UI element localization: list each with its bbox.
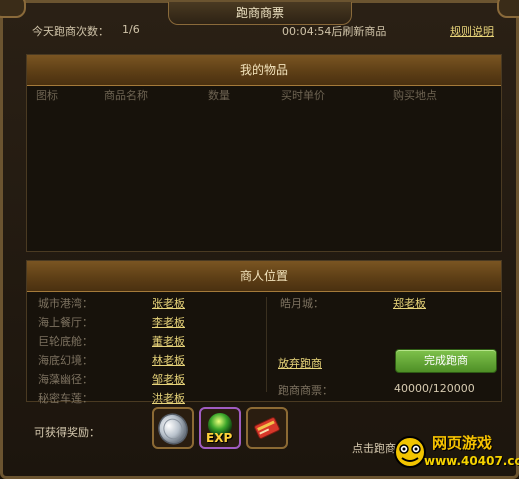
reward-slot-card[interactable] bbox=[246, 407, 288, 449]
column-item-name: 商品名称 bbox=[104, 89, 148, 102]
merchant-place: 皓月城： bbox=[280, 297, 324, 310]
merchant-place: 海上餐厅： bbox=[38, 316, 93, 329]
silver-coin-icon bbox=[158, 413, 188, 445]
corner-ornament-left bbox=[0, 0, 26, 18]
reward-label: 可获得奖励： bbox=[34, 426, 100, 439]
my-items-panel: 我的物品 bbox=[26, 54, 502, 252]
column-quantity: 数量 bbox=[208, 89, 230, 102]
merchant-place: 海藻幽径： bbox=[38, 373, 93, 386]
ticket-label: 跑商商票： bbox=[278, 384, 333, 397]
column-icon: 图标 bbox=[36, 89, 58, 102]
reward-slot-coin[interactable] bbox=[152, 407, 194, 449]
red-card-icon bbox=[254, 417, 280, 439]
trade-count-label: 今天跑商次数： bbox=[32, 25, 109, 38]
merchant-link[interactable]: 董老板 bbox=[152, 333, 185, 349]
exp-label: EXP bbox=[206, 431, 233, 445]
merchant-link[interactable]: 张老板 bbox=[152, 295, 185, 311]
merchant-link[interactable]: 邹老板 bbox=[152, 371, 185, 387]
merchant-panel: 商人位置 bbox=[26, 260, 502, 402]
watermark-url: www.40407.com bbox=[424, 454, 519, 468]
merchant-link[interactable]: 林老板 bbox=[152, 352, 185, 368]
info-bar: 今天跑商次数： 1/6 00:04:54后刷新商品 规则说明 bbox=[8, 22, 504, 40]
merchant-link[interactable]: 郑老板 bbox=[393, 295, 426, 311]
site-watermark: 网页游戏 www.40407.com bbox=[390, 430, 519, 474]
column-buy-price: 买时单价 bbox=[281, 89, 325, 102]
watermark-title: 网页游戏 bbox=[432, 434, 493, 452]
merchant-place: 海底幻境： bbox=[38, 354, 93, 367]
my-items-header: 我的物品 bbox=[27, 55, 501, 86]
merchant-header: 商人位置 bbox=[27, 261, 501, 292]
merchant-place: 秘密车莲： bbox=[38, 392, 93, 405]
merchant-link[interactable]: 李老板 bbox=[152, 314, 185, 330]
refresh-timer: 00:04:54后刷新商品 bbox=[282, 25, 387, 38]
trade-count-value: 1/6 bbox=[122, 23, 140, 36]
complete-trade-button[interactable]: 完成跑商 bbox=[395, 349, 497, 373]
rules-link[interactable]: 规则说明 bbox=[450, 23, 494, 39]
ticket-value: 40000/120000 bbox=[394, 382, 475, 395]
abandon-trade-link[interactable]: 放弃跑商 bbox=[278, 355, 322, 371]
column-divider bbox=[266, 297, 267, 392]
column-buy-location: 购买地点 bbox=[393, 89, 437, 102]
merchant-link[interactable]: 洪老板 bbox=[152, 390, 185, 406]
merchant-place: 城市港湾： bbox=[38, 297, 93, 310]
corner-ornament-right bbox=[497, 0, 519, 18]
reward-slot-exp[interactable]: EXP bbox=[199, 407, 241, 449]
merchant-place: 巨轮底舱： bbox=[38, 335, 93, 348]
